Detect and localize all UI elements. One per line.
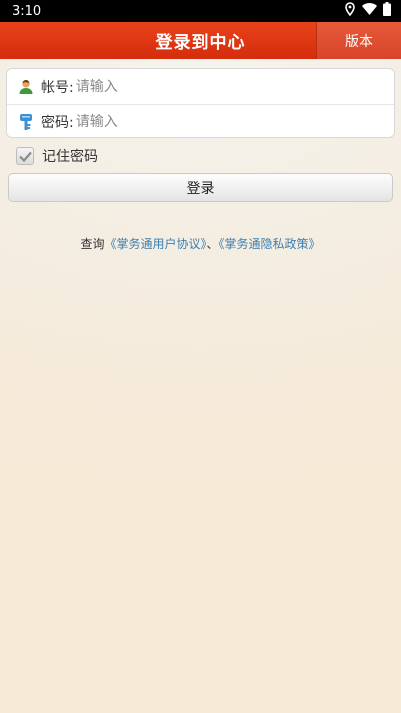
password-label: 密码: bbox=[41, 115, 74, 131]
password-row: 密码: bbox=[7, 104, 394, 139]
login-button[interactable]: 登录 bbox=[8, 173, 393, 202]
status-bar: 3:10 bbox=[0, 0, 401, 22]
agreement-separator: 、 bbox=[206, 237, 219, 251]
account-row: 帐号: bbox=[7, 69, 394, 104]
account-label: 帐号: bbox=[41, 79, 74, 96]
page-title: 登录到中心 bbox=[155, 33, 246, 53]
login-form: 帐号: 密码: bbox=[6, 68, 395, 138]
user-agreement-link[interactable]: 《掌务通用户协议》 bbox=[104, 237, 206, 251]
wifi-icon bbox=[362, 3, 377, 19]
user-icon bbox=[17, 78, 35, 96]
account-input[interactable] bbox=[75, 71, 356, 102]
agreement-links: 查询《掌务通用户协议》、《掌务通隐私政策》 bbox=[0, 235, 401, 252]
status-icons bbox=[344, 2, 391, 20]
remember-checkbox[interactable] bbox=[16, 147, 34, 165]
password-input[interactable] bbox=[75, 107, 356, 137]
agreement-prefix: 查询 bbox=[80, 237, 105, 251]
app-header: 登录到中心 版本 bbox=[0, 22, 401, 59]
status-time: 3:10 bbox=[12, 3, 42, 19]
version-button[interactable]: 版本 bbox=[316, 22, 401, 59]
remember-password[interactable]: 记住密码 bbox=[16, 146, 98, 166]
privacy-policy-link[interactable]: 《掌务通隐私政策》 bbox=[219, 237, 321, 251]
location-icon bbox=[344, 2, 356, 20]
checkmark-icon bbox=[18, 151, 32, 162]
battery-icon bbox=[383, 2, 391, 20]
key-icon bbox=[17, 113, 35, 131]
remember-label: 记住密码 bbox=[42, 149, 98, 165]
